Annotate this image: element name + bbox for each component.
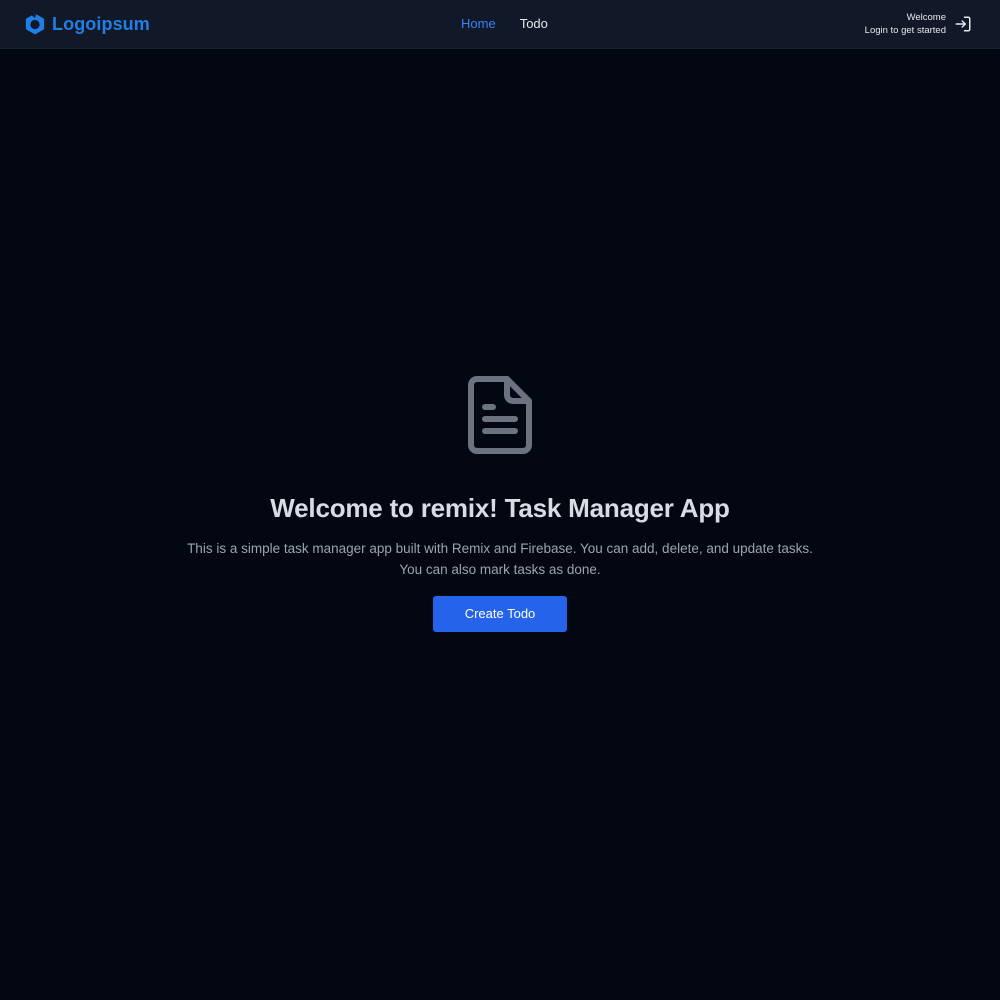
create-todo-button[interactable]: Create Todo (433, 596, 567, 632)
hero-description-line-2: You can also mark tasks as done. (399, 562, 601, 577)
user-text: Welcome Login to get started (865, 11, 946, 37)
welcome-label: Welcome (906, 12, 946, 23)
login-icon[interactable] (954, 15, 972, 33)
hero-description-line-1: This is a simple task manager app built … (187, 541, 813, 556)
hero-section: Welcome to remix! Task Manager App This … (0, 375, 1000, 632)
nav-link-home[interactable]: Home (461, 16, 496, 31)
login-hint: Login to get started (864, 25, 946, 36)
document-icon (468, 376, 532, 454)
user-area: Welcome Login to get started (865, 11, 972, 37)
hero-description: This is a simple task manager app built … (160, 538, 840, 580)
brand-name: Logoipsum (52, 13, 150, 34)
brand-logo-link[interactable]: Logoipsum (23, 12, 150, 36)
nav-link-todo[interactable]: Todo (520, 16, 548, 31)
page-title: Welcome to remix! Task Manager App (270, 493, 730, 523)
top-navbar: Logoipsum Home Todo Welcome Login to get… (0, 0, 1000, 49)
main-nav: Home Todo (461, 16, 548, 31)
logoipsum-mark-icon (25, 13, 45, 35)
